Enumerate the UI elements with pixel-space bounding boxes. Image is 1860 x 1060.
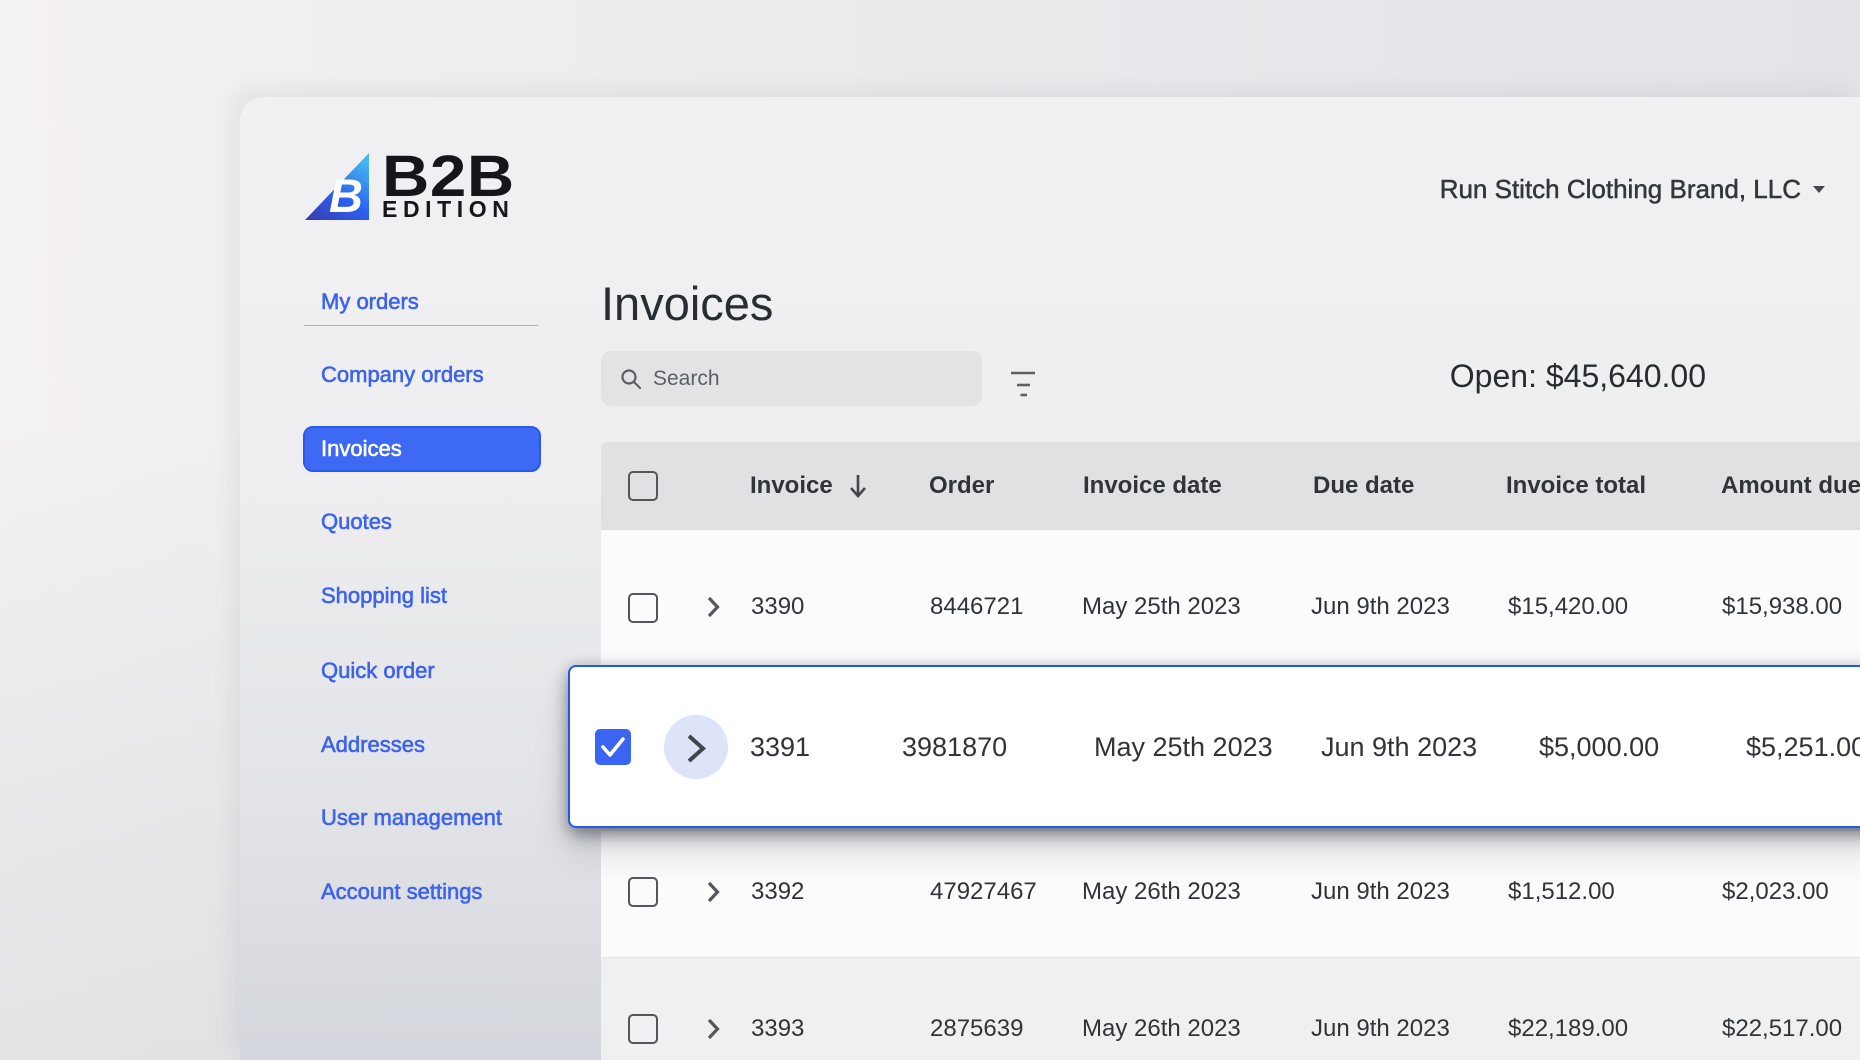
- svg-text:EDITION: EDITION: [382, 196, 514, 222]
- svg-text:B: B: [329, 169, 363, 222]
